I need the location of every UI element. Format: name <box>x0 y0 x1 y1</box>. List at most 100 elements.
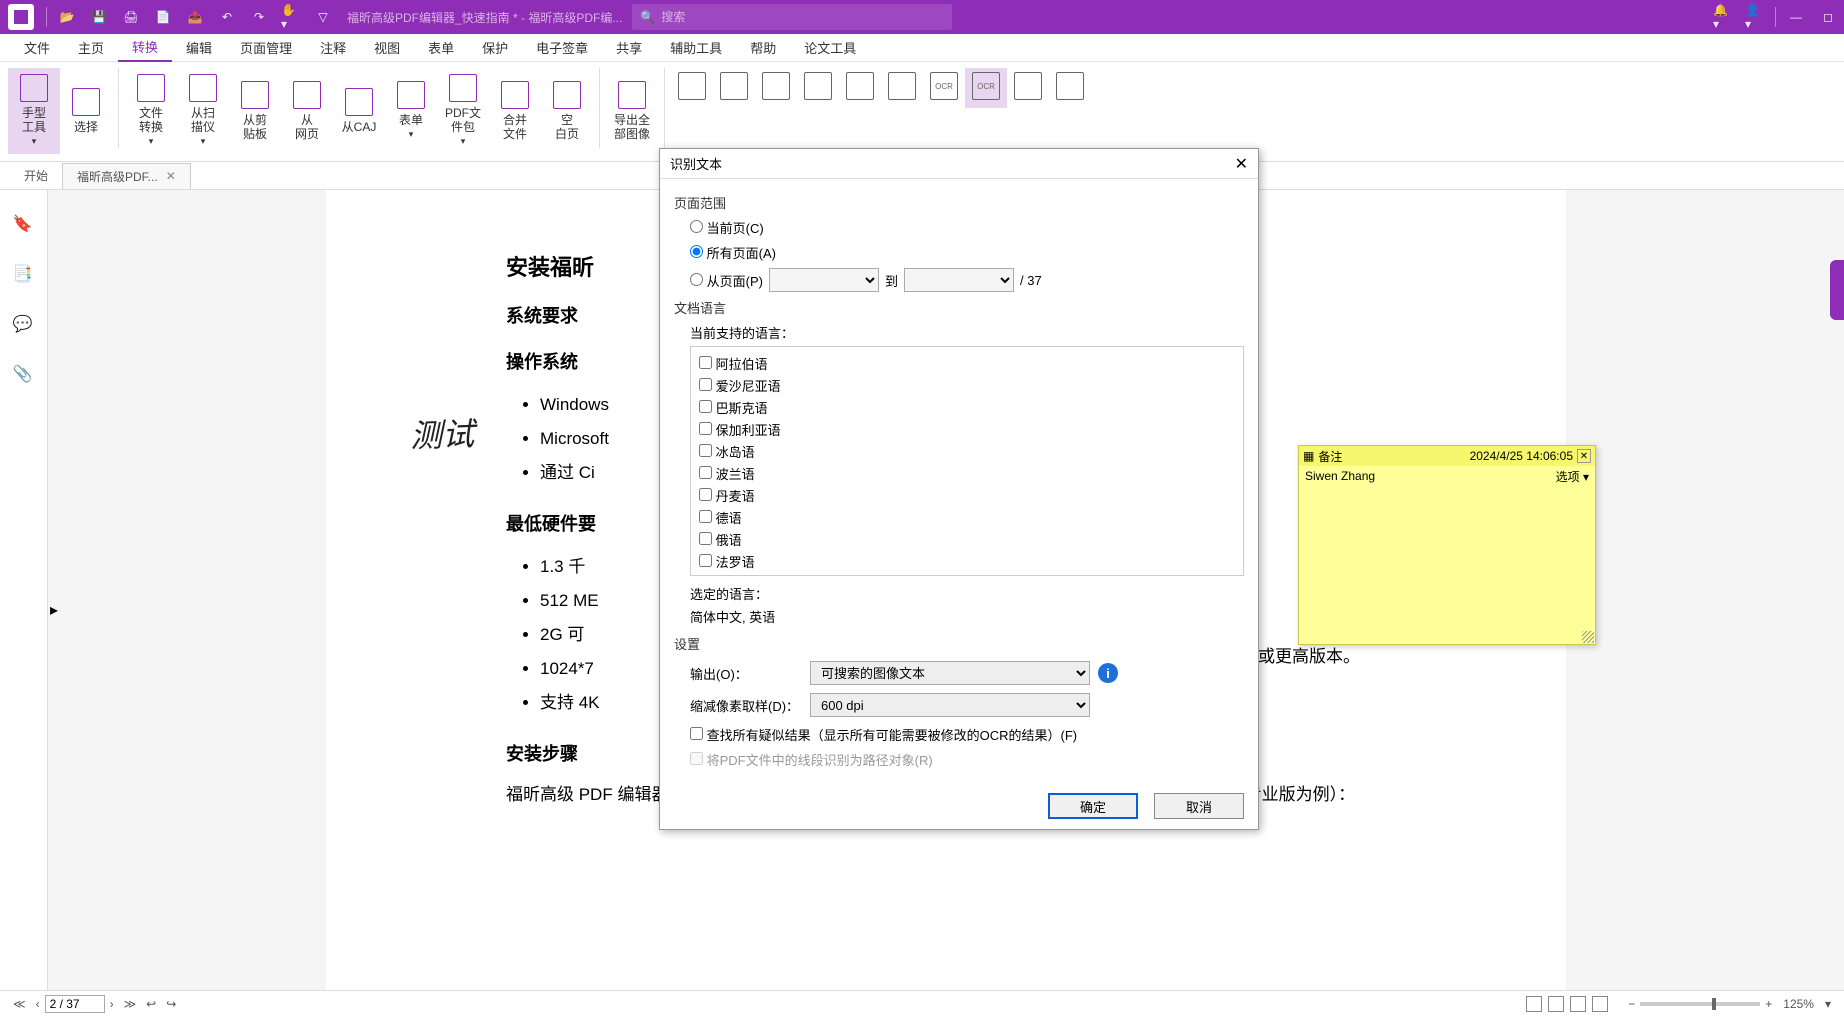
tab-start[interactable]: 开始 <box>10 163 62 188</box>
sticky-header[interactable]: ▦ 备注 2024/4/25 14:06:05 ✕ <box>1299 446 1595 466</box>
menu-item-9[interactable]: 电子签章 <box>522 34 602 61</box>
ribbon-button-13[interactable]: 导出全部图像 <box>606 68 658 154</box>
language-option[interactable]: 保加利亚语 <box>699 420 1235 439</box>
ribbon-button-1[interactable]: 选择 <box>60 68 112 154</box>
menu-item-8[interactable]: 保护 <box>468 34 522 61</box>
zoom-dropdown-icon[interactable]: ▾ <box>1825 997 1831 1011</box>
tab-document[interactable]: 福昕高级PDF... ✕ <box>62 163 191 189</box>
prev-page-icon[interactable]: ‹ <box>36 997 40 1011</box>
zoom-slider[interactable] <box>1640 1002 1760 1006</box>
menu-item-6[interactable]: 视图 <box>360 34 414 61</box>
menu-item-0[interactable]: 文件 <box>10 34 64 61</box>
ribbon-button-4[interactable]: 从扫描仪▾ <box>177 68 229 154</box>
dialog-titlebar[interactable]: 识别文本 ✕ <box>660 149 1258 179</box>
menu-item-1[interactable]: 主页 <box>64 34 118 61</box>
next-page-icon[interactable]: › <box>110 997 114 1011</box>
language-option[interactable]: 丹麦语 <box>699 486 1235 505</box>
from-page-select[interactable] <box>769 268 879 292</box>
sticky-close-icon[interactable]: ✕ <box>1577 449 1591 463</box>
hand-tool-icon[interactable]: ✋▾ <box>281 7 301 27</box>
ribbon-button-3[interactable]: 文件转换▾ <box>125 68 177 154</box>
sticky-note[interactable]: ▦ 备注 2024/4/25 14:06:05 ✕ Siwen Zhang 选项… <box>1298 445 1596 645</box>
attachments-icon[interactable]: 📎 <box>13 364 35 386</box>
right-edge-tab[interactable] <box>1830 260 1844 320</box>
dpi-select[interactable]: 600 dpi <box>810 693 1090 717</box>
tab-close-icon[interactable]: ✕ <box>166 169 176 183</box>
undo-icon[interactable]: ↶ <box>217 7 237 27</box>
zoom-out-icon[interactable]: − <box>1628 997 1635 1011</box>
menu-item-12[interactable]: 帮助 <box>736 34 790 61</box>
language-option[interactable]: 阿拉伯语 <box>699 354 1235 373</box>
menu-item-2[interactable]: 转换 <box>118 33 172 62</box>
menu-item-7[interactable]: 表单 <box>414 34 468 61</box>
ribbon-ocr-button-6[interactable]: OCR <box>923 68 965 108</box>
open-icon[interactable]: 📂 <box>57 7 77 27</box>
language-option[interactable]: 波兰语 <box>699 464 1235 483</box>
ribbon-button-8[interactable]: 表单▾ <box>385 68 437 154</box>
ribbon-button-10[interactable]: 合并文件 <box>489 68 541 154</box>
ribbon-button-6[interactable]: 从网页 <box>281 68 333 154</box>
resize-handle[interactable] <box>1582 631 1594 643</box>
save-icon[interactable]: 💾 <box>89 7 109 27</box>
menu-item-5[interactable]: 注释 <box>306 34 360 61</box>
view-mode-2-icon[interactable] <box>1548 996 1564 1012</box>
export-icon[interactable]: 📤 <box>185 7 205 27</box>
menu-item-13[interactable]: 论文工具 <box>790 34 870 61</box>
ribbon-button-11[interactable]: 空白页 <box>541 68 593 154</box>
radio-current-page[interactable]: 当前页(C) <box>690 218 1244 237</box>
ribbon-ocr-button-5[interactable] <box>881 68 923 108</box>
to-page-select[interactable] <box>904 268 1014 292</box>
radio-all-pages[interactable]: 所有页面(A) <box>690 243 1244 262</box>
view-mode-3-icon[interactable] <box>1570 996 1586 1012</box>
minimize-icon[interactable]: — <box>1786 7 1806 27</box>
view-mode-4-icon[interactable] <box>1592 996 1608 1012</box>
new-doc-icon[interactable]: 📄 <box>153 7 173 27</box>
language-option[interactable]: 俄语 <box>699 530 1235 549</box>
ok-button[interactable]: 确定 <box>1048 793 1138 819</box>
dropdown-icon[interactable]: ▽ <box>313 7 333 27</box>
redo-icon[interactable]: ↷ <box>249 7 269 27</box>
ribbon-ocr-button-7[interactable]: OCR <box>965 68 1007 108</box>
menu-item-3[interactable]: 编辑 <box>172 34 226 61</box>
language-option[interactable]: 德语 <box>699 508 1235 527</box>
menu-item-10[interactable]: 共享 <box>602 34 656 61</box>
cancel-button[interactable]: 取消 <box>1154 793 1244 819</box>
user-icon[interactable]: 👤▾ <box>1745 7 1765 27</box>
sticky-options[interactable]: 选项 ▾ <box>1556 468 1589 485</box>
nav-fwd-icon[interactable]: ↪ <box>166 997 176 1011</box>
ribbon-ocr-button-2[interactable] <box>755 68 797 108</box>
language-list[interactable]: 阿拉伯语 爱沙尼亚语 巴斯克语 保加利亚语 冰岛语 波兰语 丹麦语 德语 俄语 … <box>690 346 1244 576</box>
dialog-close-icon[interactable]: ✕ <box>1235 154 1248 174</box>
language-option[interactable]: 爱沙尼亚语 <box>699 376 1235 395</box>
menu-item-11[interactable]: 辅助工具 <box>656 34 736 61</box>
ribbon-ocr-button-3[interactable] <box>797 68 839 108</box>
radio-from-page[interactable]: 从页面(P) <box>690 271 763 290</box>
ribbon-button-5[interactable]: 从剪贴板 <box>229 68 281 154</box>
nav-back-icon[interactable]: ↩ <box>146 997 156 1011</box>
ribbon-ocr-button-0[interactable] <box>671 68 713 108</box>
language-option[interactable]: 巴斯克语 <box>699 398 1235 417</box>
first-page-icon[interactable]: ≪ <box>13 997 26 1011</box>
ribbon-button-0[interactable]: 手型工具▾ <box>8 68 60 154</box>
pages-icon[interactable]: 📑 <box>13 264 35 286</box>
handwriting-annotation[interactable]: 测试 <box>409 409 475 457</box>
maximize-icon[interactable]: ◻ <box>1818 7 1838 27</box>
bookmark-icon[interactable]: 🔖 <box>13 214 35 236</box>
last-page-icon[interactable]: ≫ <box>124 997 137 1011</box>
language-option[interactable]: 冰岛语 <box>699 442 1235 461</box>
ribbon-ocr-button-8[interactable] <box>1007 68 1049 108</box>
info-icon[interactable]: i <box>1098 663 1118 683</box>
view-mode-1-icon[interactable] <box>1526 996 1542 1012</box>
language-option[interactable]: 法罗语 <box>699 552 1235 571</box>
bell-icon[interactable]: 🔔▾ <box>1713 7 1733 27</box>
ribbon-ocr-button-1[interactable] <box>713 68 755 108</box>
comments-icon[interactable]: 💬 <box>13 314 35 336</box>
ribbon-button-9[interactable]: PDF文件包▾ <box>437 68 489 154</box>
ribbon-ocr-button-9[interactable] <box>1049 68 1091 108</box>
search-input[interactable] <box>661 10 944 24</box>
check-suspect-row[interactable]: 查找所有疑似结果（显示所有可能需要被修改的OCR的结果）(F) <box>690 725 1244 744</box>
page-input[interactable] <box>45 995 105 1013</box>
ribbon-button-7[interactable]: 从CAJ <box>333 68 385 154</box>
search-box[interactable]: 🔍 <box>632 4 952 30</box>
menu-item-4[interactable]: 页面管理 <box>226 34 306 61</box>
